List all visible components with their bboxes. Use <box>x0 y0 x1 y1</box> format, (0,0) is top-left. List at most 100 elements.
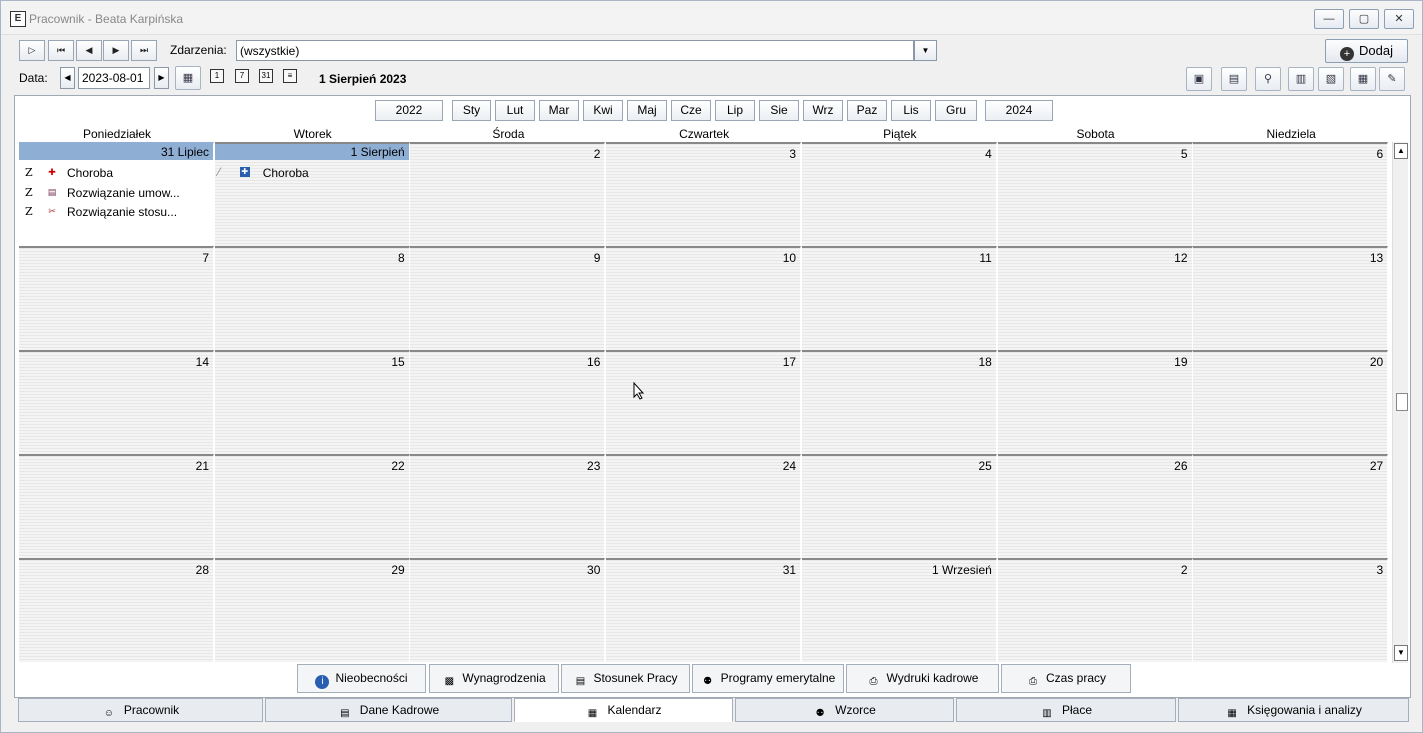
nav-prev-button[interactable]: ◀ <box>76 40 102 61</box>
tab-wzorce[interactable]: ⚉ Wzorce <box>735 698 954 722</box>
calendar-day-cell[interactable]: 31 <box>606 558 802 662</box>
info-icon: i <box>315 675 330 689</box>
calendar-day-cell[interactable]: 1 Sierpień ⁄ ✚ Choroba <box>214 142 410 246</box>
tab-place[interactable]: ▥ Płace <box>956 698 1176 722</box>
calendar-day-cell[interactable]: 17 <box>606 350 802 454</box>
calendar-day-cell[interactable]: 23 <box>410 454 606 558</box>
calendar-day-cell[interactable]: 16 <box>410 350 606 454</box>
month-view-icon[interactable]: 31 <box>259 69 273 83</box>
calendar-day-cell[interactable]: 8 <box>214 246 410 350</box>
calendar-day-cell[interactable]: 13 <box>1193 246 1389 350</box>
subtab-czas-pracy[interactable]: ⎙ Czas pracy <box>1001 664 1131 693</box>
today-icon[interactable]: ▣ <box>1186 67 1212 91</box>
calendar-day-cell[interactable]: 6 <box>1193 142 1389 246</box>
scroll-thumb[interactable] <box>1396 393 1408 411</box>
calendar-day-cell[interactable]: 18 <box>801 350 997 454</box>
weekday-label: Środa <box>492 127 525 141</box>
week-view-icon[interactable]: 7 <box>235 69 249 83</box>
calendar-day-cell[interactable]: 24 <box>606 454 802 558</box>
calendar-icon: ▦ <box>587 708 598 719</box>
scroll-up-button[interactable]: ▲ <box>1394 143 1408 159</box>
calendar-day-cell[interactable]: 5 <box>997 142 1193 246</box>
calendar-day-cell[interactable]: 2 <box>997 558 1193 662</box>
calendar-day-cell[interactable]: 26 <box>997 454 1193 558</box>
calendar-day-cell[interactable]: 11 <box>801 246 997 350</box>
subtab-stosunek-pracy[interactable]: ▤ Stosunek Pracy <box>561 664 690 693</box>
date-next-button[interactable]: ▶ <box>154 67 169 89</box>
month-button[interactable]: Paz <box>847 100 887 121</box>
day-number: 2 <box>1180 563 1188 577</box>
month-button[interactable]: Cze <box>671 100 711 121</box>
date-label: Data: <box>19 71 48 85</box>
calendar-day-cell[interactable]: 25 <box>801 454 997 558</box>
close-button[interactable]: ✕ <box>1384 9 1414 29</box>
briefcase-icon[interactable]: ▤ <box>1221 67 1247 91</box>
subtab-label: Stosunek Pracy <box>593 671 678 685</box>
event-marker: Z <box>25 205 33 218</box>
month-button[interactable]: Gru <box>935 100 977 121</box>
tab-kalendarz[interactable]: ▦ Kalendarz <box>514 698 733 722</box>
day-number: 21 <box>195 459 209 473</box>
calendar-picker-icon[interactable]: ▦ <box>175 66 201 90</box>
next-year-button[interactable]: 2024 <box>985 100 1053 121</box>
subtab-programy-emerytalne[interactable]: ⚉ Programy emerytalne <box>692 664 844 693</box>
month-button[interactable]: Lis <box>891 100 931 121</box>
prev-year-button[interactable]: 2022 <box>375 100 443 121</box>
edit-pencil-icon[interactable]: ✎ <box>1379 67 1405 91</box>
calendar-day-cell[interactable]: 31 Lipiec Z ✚ Choroba Z ▤ Rozwiązanie umow... Z… <box>19 142 214 246</box>
list-view-icon[interactable]: ≡ <box>283 69 297 83</box>
calendar-day-cell[interactable]: 21 <box>19 454 214 558</box>
subtab-nieobecnosci[interactable]: i Nieobecności <box>297 664 426 693</box>
subtab-wynagrodzenia[interactable]: ▩ Wynagrodzenia <box>429 664 559 693</box>
subtab-wydruki-kadrowe[interactable]: ⎙ Wydruki kadrowe <box>846 664 999 693</box>
calendar-day-cell[interactable]: 10 <box>606 246 802 350</box>
chart-window-icon[interactable]: ▧ <box>1318 67 1344 91</box>
search-icon[interactable]: ⚲ <box>1255 67 1281 91</box>
nav-last-button[interactable]: ⏭ <box>131 40 157 61</box>
window-icon[interactable]: ▥ <box>1288 67 1314 91</box>
day-view-icon[interactable]: 1 <box>210 69 224 83</box>
month-button[interactable]: Lut <box>495 100 535 121</box>
add-button[interactable]: + Dodaj <box>1325 39 1408 63</box>
calendar-day-cell[interactable]: 19 <box>997 350 1193 454</box>
calendar-day-cell[interactable]: 4 <box>801 142 997 246</box>
events-combo-arrow[interactable]: ▼ <box>914 40 937 61</box>
month-button[interactable]: Mar <box>539 100 579 121</box>
calendar-day-cell[interactable]: 9 <box>410 246 606 350</box>
calendar-day-cell[interactable]: 28 <box>19 558 214 662</box>
table-icon[interactable]: ▦ <box>1350 67 1376 91</box>
month-button[interactable]: Maj <box>627 100 667 121</box>
nav-first-button[interactable]: ⏮ <box>48 40 74 61</box>
date-input[interactable]: 2023-08-01 <box>78 67 150 89</box>
calendar-day-cell[interactable]: 27 <box>1193 454 1389 558</box>
tab-ksiegowania[interactable]: ▦ Księgowania i analizy <box>1178 698 1409 722</box>
calendar-day-cell[interactable]: 14 <box>19 350 214 454</box>
events-label: Zdarzenia: <box>170 43 227 57</box>
calendar-day-cell[interactable]: 15 <box>214 350 410 454</box>
calendar-day-cell[interactable]: 22 <box>214 454 410 558</box>
date-prev-button[interactable]: ◀ <box>60 67 75 89</box>
calendar-day-cell[interactable]: 12 <box>997 246 1193 350</box>
calendar-scrollbar[interactable]: ▲ ▼ <box>1392 142 1408 663</box>
nav-next-button[interactable]: ▶ <box>103 40 129 61</box>
calendar-day-cell[interactable]: 30 <box>410 558 606 662</box>
tab-pracownik[interactable]: ☺ Pracownik <box>18 698 263 722</box>
tab-dane-kadrowe[interactable]: ▤ Dane Kadrowe <box>265 698 512 722</box>
month-button[interactable]: Sie <box>759 100 799 121</box>
minimize-button[interactable]: — <box>1314 9 1344 29</box>
month-button[interactable]: Kwi <box>583 100 623 121</box>
calendar-day-cell[interactable]: 7 <box>19 246 214 350</box>
calendar-day-cell[interactable]: 3 <box>1193 558 1389 662</box>
month-button[interactable]: Wrz <box>803 100 843 121</box>
nav-new-button[interactable]: ▷ <box>19 40 45 61</box>
month-button[interactable]: Sty <box>452 100 491 121</box>
scroll-down-button[interactable]: ▼ <box>1394 645 1408 661</box>
calendar-day-cell[interactable]: 20 <box>1193 350 1389 454</box>
calendar-day-cell[interactable]: 1 Wrzesień <box>801 558 997 662</box>
calendar-day-cell[interactable]: 3 <box>606 142 802 246</box>
month-button[interactable]: Lip <box>715 100 755 121</box>
maximize-button[interactable]: ▢ <box>1349 9 1379 29</box>
events-combo[interactable]: (wszystkie) <box>236 40 914 61</box>
calendar-day-cell[interactable]: 2 <box>410 142 606 246</box>
calendar-day-cell[interactable]: 29 <box>214 558 410 662</box>
